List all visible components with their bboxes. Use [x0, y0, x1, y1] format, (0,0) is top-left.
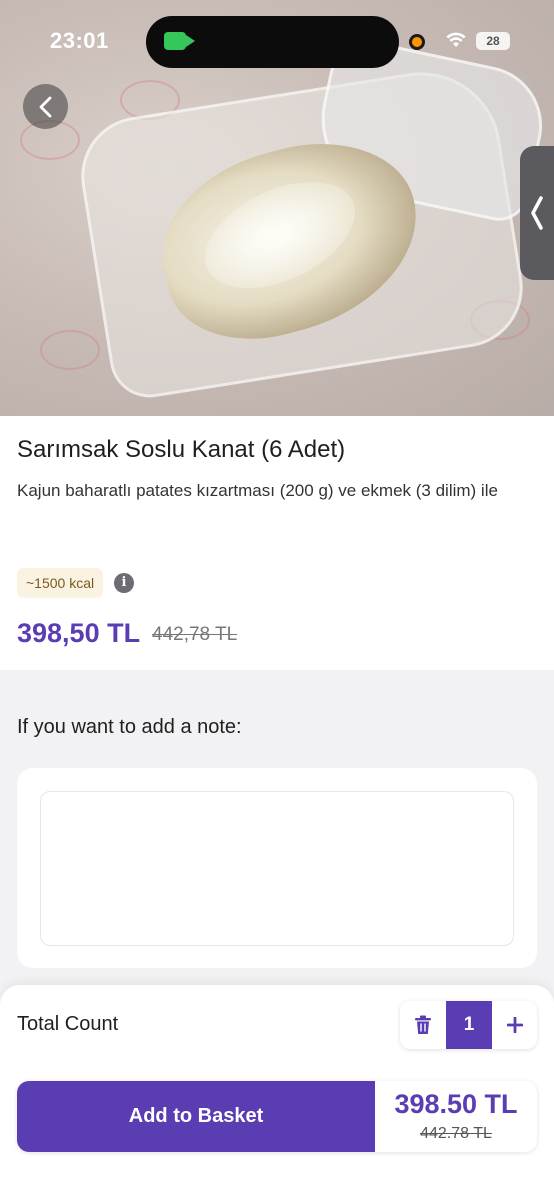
increase-quantity-button[interactable]	[492, 1001, 537, 1049]
back-button[interactable]	[23, 84, 68, 129]
add-to-basket-bar: Add to Basket 398.50 TL 442.78 TL	[17, 1081, 537, 1152]
side-panel-handle[interactable]	[520, 146, 554, 280]
product-description: Kajun baharatlı patates kızartması (200 …	[17, 481, 498, 500]
note-input[interactable]	[40, 791, 514, 946]
calorie-badge: ~1500 kcal	[17, 568, 104, 598]
quantity-value: 1	[446, 1001, 492, 1049]
battery-indicator: 28	[476, 32, 510, 50]
dynamic-island	[146, 16, 399, 68]
paper-pattern	[40, 330, 100, 370]
product-old-price: 442,78 TL	[152, 624, 238, 645]
chevron-left-icon	[39, 96, 51, 117]
trash-icon	[415, 1015, 431, 1034]
chevron-left-icon	[531, 196, 543, 230]
basket-total-price: 398.50 TL	[394, 1089, 518, 1119]
video-camera-icon	[164, 32, 195, 50]
total-count-label: Total Count	[17, 1013, 119, 1035]
recording-indicator	[409, 34, 425, 50]
product-price: 398,50 TL	[17, 618, 141, 648]
status-time: 23:01	[50, 28, 109, 53]
wifi-icon	[446, 32, 466, 47]
add-to-basket-button[interactable]: Add to Basket	[17, 1081, 375, 1152]
basket-old-price: 442.78 TL	[420, 1125, 492, 1142]
remove-item-button[interactable]	[400, 1001, 446, 1049]
info-icon[interactable]: i	[114, 573, 134, 593]
note-label: If you want to add a note:	[17, 716, 242, 738]
plus-icon	[506, 1017, 523, 1033]
product-title: Sarımsak Soslu Kanat (6 Adet)	[17, 436, 346, 463]
quantity-stepper: 1	[400, 1001, 537, 1049]
